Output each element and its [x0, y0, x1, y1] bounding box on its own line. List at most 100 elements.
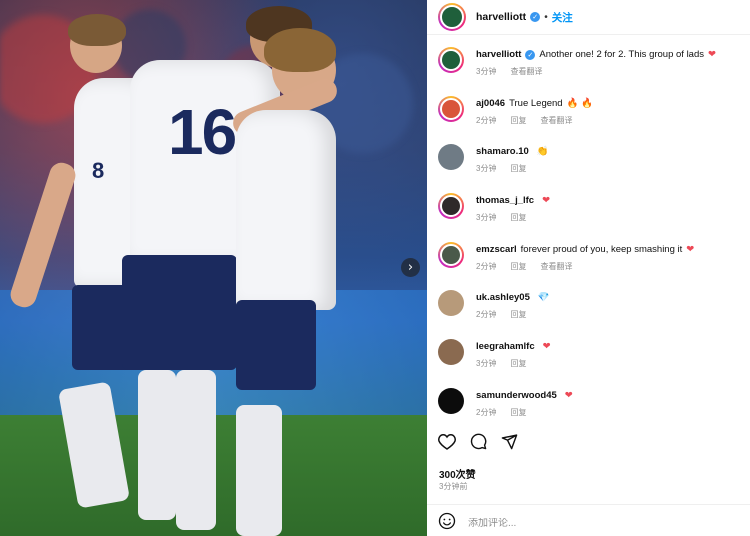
- like-count[interactable]: 300次赞: [439, 466, 476, 481]
- reply-button[interactable]: 回复: [510, 262, 526, 271]
- comment-emoji: ❤: [542, 195, 551, 207]
- commenter-avatar[interactable]: [438, 95, 464, 122]
- post-detail-panel: harvelliott ✓ • 关注 harvelliott ✓ Another o…: [427, 0, 750, 536]
- reply-button[interactable]: 回复: [510, 164, 526, 173]
- commenter-username[interactable]: emzscarl: [476, 244, 517, 255]
- heart-outline-icon[interactable]: [438, 433, 456, 450]
- comment-text: harvelliott ✓ Another one! 2 for 2. This g…: [476, 48, 750, 61]
- author-avatar[interactable]: [438, 3, 466, 31]
- comment-body: samunderwood45 ❤ 2分钟 回复: [476, 386, 750, 435]
- comment-time: 3分钟: [476, 359, 497, 369]
- comment-row: leegrahamlfc ❤ 3分钟 回复: [438, 337, 750, 386]
- post-actions: [438, 433, 518, 450]
- comment-meta: 2分钟 回复: [476, 407, 750, 418]
- comment-row: uk.ashley05 💎 2分钟 回复: [438, 288, 750, 337]
- comment-row: emzscarl forever proud of you, keep smash…: [438, 240, 750, 289]
- verified-badge-icon: ✓: [525, 50, 536, 60]
- comment-meta: 3分钟 回复: [476, 358, 750, 369]
- shirt-number: 16: [168, 96, 237, 168]
- comment-text: shamaro.10 👏: [476, 145, 750, 158]
- add-comment-bar: [438, 512, 718, 535]
- comment-time: 3分钟: [476, 164, 497, 174]
- separator-dot: •: [544, 11, 548, 23]
- author-username[interactable]: harvelliott: [476, 11, 526, 23]
- comment-bubble-icon[interactable]: [470, 433, 487, 450]
- comment-text: samunderwood45 ❤: [476, 389, 750, 402]
- comment-text: leegrahamlfc ❤: [476, 340, 750, 353]
- comment-emoji: 💎: [537, 292, 550, 304]
- verified-badge-icon: ✓: [530, 12, 541, 22]
- comment-text: uk.ashley05 💎: [476, 291, 750, 304]
- smiley-icon[interactable]: [438, 512, 456, 535]
- commenter-avatar[interactable]: [438, 387, 464, 414]
- comment-emoji: ❤: [686, 243, 695, 255]
- comment-emoji: ❤: [542, 341, 551, 353]
- comment-message: forever proud of you, keep smashing it: [520, 243, 683, 255]
- comment-input[interactable]: [468, 518, 718, 529]
- post-photo[interactable]: 8 16 ›: [0, 0, 427, 536]
- follow-button[interactable]: 关注: [552, 10, 573, 25]
- commenter-username[interactable]: harvelliott: [476, 49, 521, 60]
- comment-emoji: ❤: [708, 49, 716, 60]
- comment-text: thomas_j_lfc ❤: [476, 194, 750, 207]
- comment-time: 2分钟: [476, 407, 497, 417]
- comment-body: aj0046 True Legend 🔥 🔥 2分钟 回复 查看翻译: [476, 94, 750, 143]
- comment-meta: 2分钟 回复: [476, 309, 750, 320]
- reply-button[interactable]: 回复: [510, 359, 526, 368]
- commenter-avatar[interactable]: [438, 339, 464, 366]
- comment-body: shamaro.10 👏 3分钟 回复: [476, 142, 750, 191]
- comment-meta: 3分钟 回复: [476, 163, 750, 174]
- post-timestamp: 3分钟前: [439, 482, 468, 491]
- comment-emoji: 👏: [536, 146, 549, 158]
- comment-text: emzscarl forever proud of you, keep smash…: [476, 243, 750, 256]
- reply-button[interactable]: 回复: [510, 408, 526, 417]
- comment-row: shamaro.10 👏 3分钟 回复: [438, 142, 750, 191]
- see-translation-link[interactable]: 查看翻译: [540, 262, 572, 271]
- commenter-avatar[interactable]: [438, 241, 464, 268]
- comment-meta: 2分钟 回复 查看翻译: [476, 261, 750, 272]
- comment-time: 2分钟: [476, 115, 497, 125]
- comment-body: emzscarl forever proud of you, keep smash…: [476, 240, 750, 289]
- comment-message: Another one! 2 for 2. This group of lads: [539, 49, 705, 60]
- commenter-avatar[interactable]: [438, 290, 464, 317]
- comment-list: harvelliott ✓ Another one! 2 for 2. This g…: [427, 35, 750, 435]
- comment-emoji: 🔥 🔥: [566, 97, 593, 109]
- comment-meta: 2分钟 回复 查看翻译: [476, 115, 750, 126]
- commenter-username[interactable]: thomas_j_lfc: [476, 195, 534, 206]
- commenter-username[interactable]: samunderwood45: [476, 390, 557, 401]
- comment-time: 2分钟: [476, 310, 497, 320]
- comment-body: thomas_j_lfc ❤ 3分钟 回复: [476, 191, 750, 240]
- carousel-next-button[interactable]: ›: [401, 258, 420, 277]
- chevron-right-icon: ›: [407, 260, 414, 275]
- comment-row: harvelliott ✓ Another one! 2 for 2. This g…: [438, 45, 750, 94]
- commenter-avatar[interactable]: [438, 47, 464, 73]
- see-translation-link[interactable]: 查看翻译: [510, 67, 542, 76]
- comment-time: 2分钟: [476, 261, 497, 271]
- comment-message: True Legend: [509, 97, 563, 109]
- commenter-username[interactable]: uk.ashley05: [476, 292, 530, 303]
- divider: [427, 504, 750, 505]
- comment-body: harvelliott ✓ Another one! 2 for 2. This g…: [476, 45, 750, 94]
- commenter-username[interactable]: aj0046: [476, 98, 505, 109]
- comment-meta: 3分钟 回复: [476, 212, 750, 223]
- see-translation-link[interactable]: 查看翻译: [540, 116, 572, 125]
- comment-meta: 3分钟 查看翻译: [476, 66, 750, 77]
- reply-button[interactable]: 回复: [510, 310, 526, 319]
- comment-emoji: ❤: [564, 389, 573, 401]
- commenter-avatar[interactable]: [438, 193, 464, 220]
- paper-plane-icon[interactable]: [501, 433, 518, 450]
- shirt-number-side: 8: [92, 158, 104, 183]
- comment-body: uk.ashley05 💎 2分钟 回复: [476, 288, 750, 337]
- reply-button[interactable]: 回复: [510, 116, 526, 125]
- comment-row: thomas_j_lfc ❤ 3分钟 回复: [438, 191, 750, 240]
- commenter-avatar[interactable]: [438, 144, 464, 171]
- comment-row: samunderwood45 ❤ 2分钟 回复: [438, 386, 750, 435]
- commenter-username[interactable]: shamaro.10: [476, 146, 529, 157]
- comment-time: 3分钟: [476, 213, 497, 223]
- comment-text: aj0046 True Legend 🔥 🔥: [476, 97, 750, 110]
- comment-row: aj0046 True Legend 🔥 🔥 2分钟 回复 查看翻译: [438, 94, 750, 143]
- commenter-username[interactable]: leegrahamlfc: [476, 341, 535, 352]
- reply-button[interactable]: 回复: [510, 213, 526, 222]
- comment-body: leegrahamlfc ❤ 3分钟 回复: [476, 337, 750, 386]
- comment-time: 3分钟: [476, 67, 497, 76]
